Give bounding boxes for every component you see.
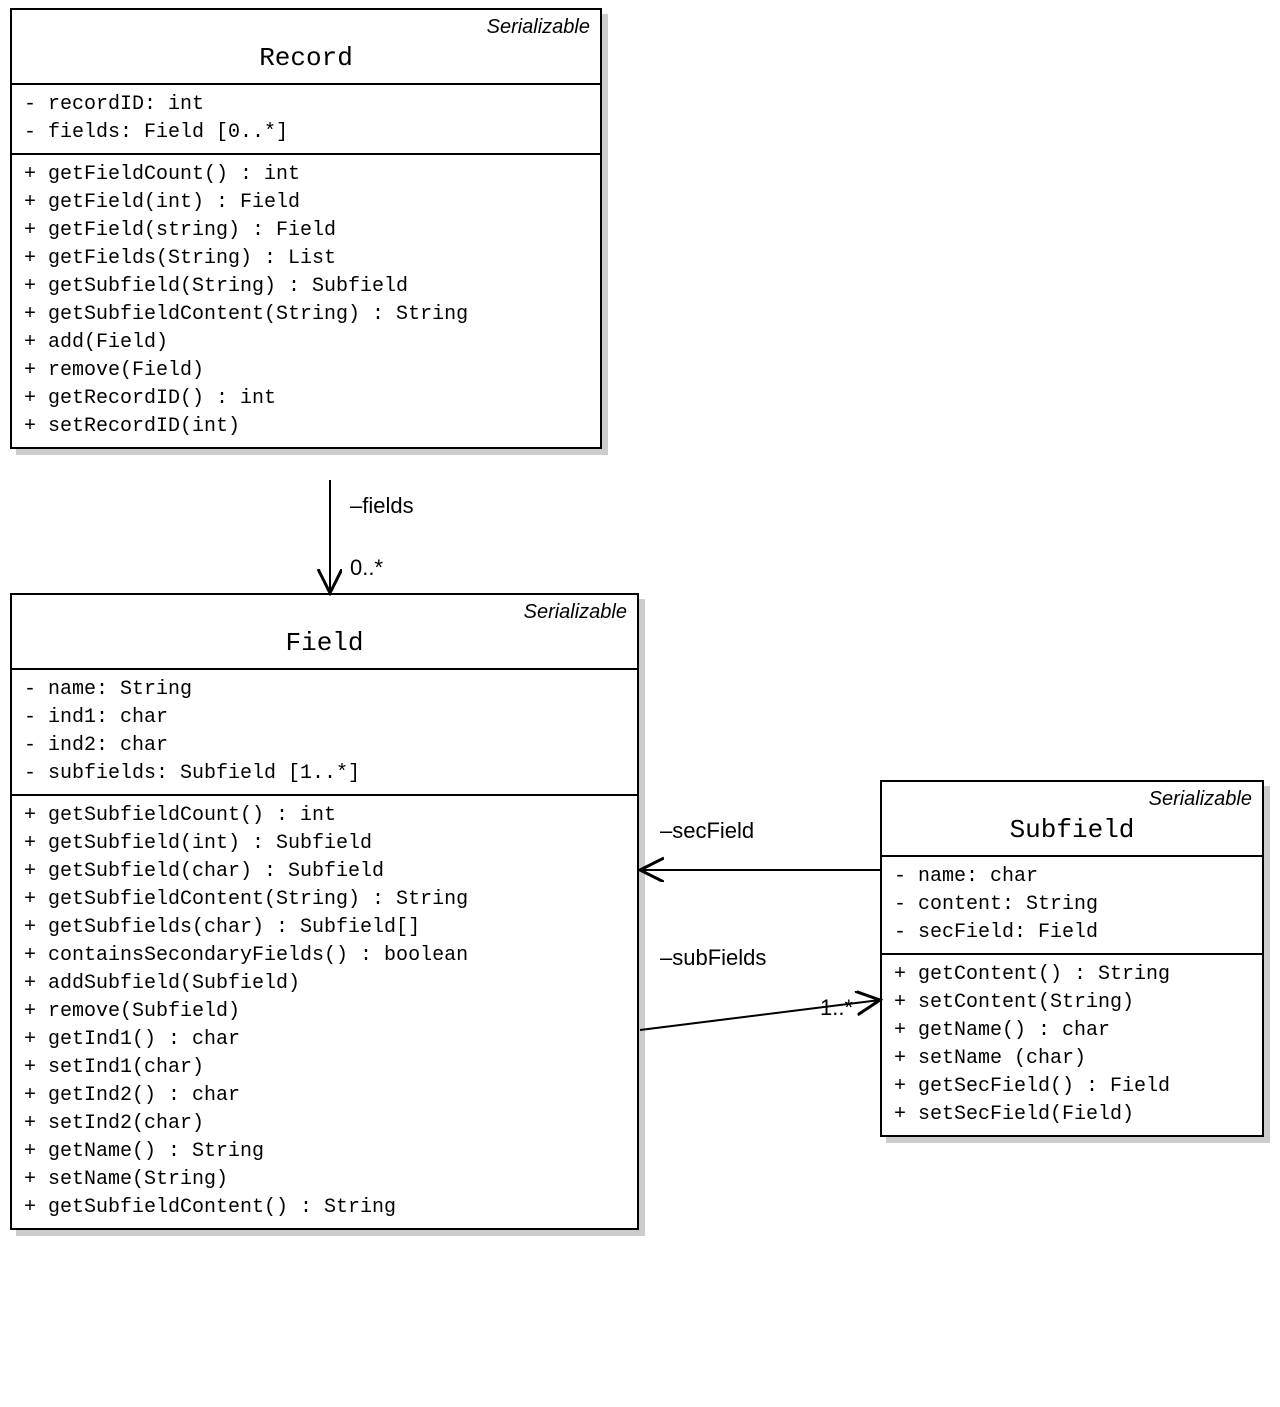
attr-row: - ind2: char: [24, 732, 625, 760]
class-name: Subfield: [892, 815, 1252, 845]
op-row: + getFieldCount() : int: [24, 161, 588, 189]
class-field: Serializable Field - name: String - ind1…: [10, 593, 639, 1230]
stereotype-label: Serializable: [22, 601, 627, 624]
assoc-label-secfield: –secField: [660, 818, 754, 844]
class-record-ops: + getFieldCount() : int + getField(int) …: [12, 155, 600, 447]
assoc-mult-subfields: 1..*: [820, 995, 853, 1021]
op-row: + getSubfieldCount() : int: [24, 802, 625, 830]
op-row: + getRecordID() : int: [24, 385, 588, 413]
op-row: + getName() : String: [24, 1138, 625, 1166]
attr-row: - recordID: int: [24, 91, 588, 119]
op-row: + setSecField(Field): [894, 1101, 1250, 1129]
op-row: + getName() : char: [894, 1017, 1250, 1045]
op-row: + setName (char): [894, 1045, 1250, 1073]
op-row: + setName(String): [24, 1166, 625, 1194]
op-row: + remove(Subfield): [24, 998, 625, 1026]
attr-row: - subfields: Subfield [1..*]: [24, 760, 625, 788]
attr-row: - name: char: [894, 863, 1250, 891]
assoc-mult-fields: 0..*: [350, 555, 383, 581]
op-row: + getSubfieldContent() : String: [24, 1194, 625, 1222]
op-row: + getSubfield(char) : Subfield: [24, 858, 625, 886]
class-record-attrs: - recordID: int - fields: Field [0..*]: [12, 85, 600, 155]
assoc-label-subfields: –subFields: [660, 945, 766, 971]
op-row: + addSubfield(Subfield): [24, 970, 625, 998]
assoc-label-fields: –fields: [350, 493, 414, 519]
op-row: + setContent(String): [894, 989, 1250, 1017]
op-row: + getSubfieldContent(String) : String: [24, 886, 625, 914]
stereotype-label: Serializable: [22, 16, 590, 39]
class-field-ops: + getSubfieldCount() : int + getSubfield…: [12, 796, 637, 1228]
class-subfield-attrs: - name: char - content: String - secFiel…: [882, 857, 1262, 955]
op-row: + getField(string) : Field: [24, 217, 588, 245]
attr-row: - name: String: [24, 676, 625, 704]
attr-row: - content: String: [894, 891, 1250, 919]
class-field-attrs: - name: String - ind1: char - ind2: char…: [12, 670, 637, 796]
class-field-header: Serializable Field: [12, 595, 637, 670]
op-row: + getSubfieldContent(String) : String: [24, 301, 588, 329]
class-subfield-header: Serializable Subfield: [882, 782, 1262, 857]
op-row: + getSecField() : Field: [894, 1073, 1250, 1101]
attr-row: - fields: Field [0..*]: [24, 119, 588, 147]
class-subfield-ops: + getContent() : String + setContent(Str…: [882, 955, 1262, 1135]
op-row: + setInd1(char): [24, 1054, 625, 1082]
op-row: + setInd2(char): [24, 1110, 625, 1138]
op-row: + remove(Field): [24, 357, 588, 385]
op-row: + getInd2() : char: [24, 1082, 625, 1110]
class-subfield: Serializable Subfield - name: char - con…: [880, 780, 1264, 1137]
op-row: + getInd1() : char: [24, 1026, 625, 1054]
attr-row: - secField: Field: [894, 919, 1250, 947]
op-row: + getContent() : String: [894, 961, 1250, 989]
class-name: Field: [22, 628, 627, 658]
op-row: + getSubfields(char) : Subfield[]: [24, 914, 625, 942]
op-row: + getFields(String) : List: [24, 245, 588, 273]
op-row: + getSubfield(String) : Subfield: [24, 273, 588, 301]
op-row: + containsSecondaryFields() : boolean: [24, 942, 625, 970]
op-row: + getSubfield(int) : Subfield: [24, 830, 625, 858]
op-row: + setRecordID(int): [24, 413, 588, 441]
stereotype-label: Serializable: [892, 788, 1252, 811]
op-row: + getField(int) : Field: [24, 189, 588, 217]
class-record: Serializable Record - recordID: int - fi…: [10, 8, 602, 449]
op-row: + add(Field): [24, 329, 588, 357]
attr-row: - ind1: char: [24, 704, 625, 732]
class-name: Record: [22, 43, 590, 73]
class-record-header: Serializable Record: [12, 10, 600, 85]
